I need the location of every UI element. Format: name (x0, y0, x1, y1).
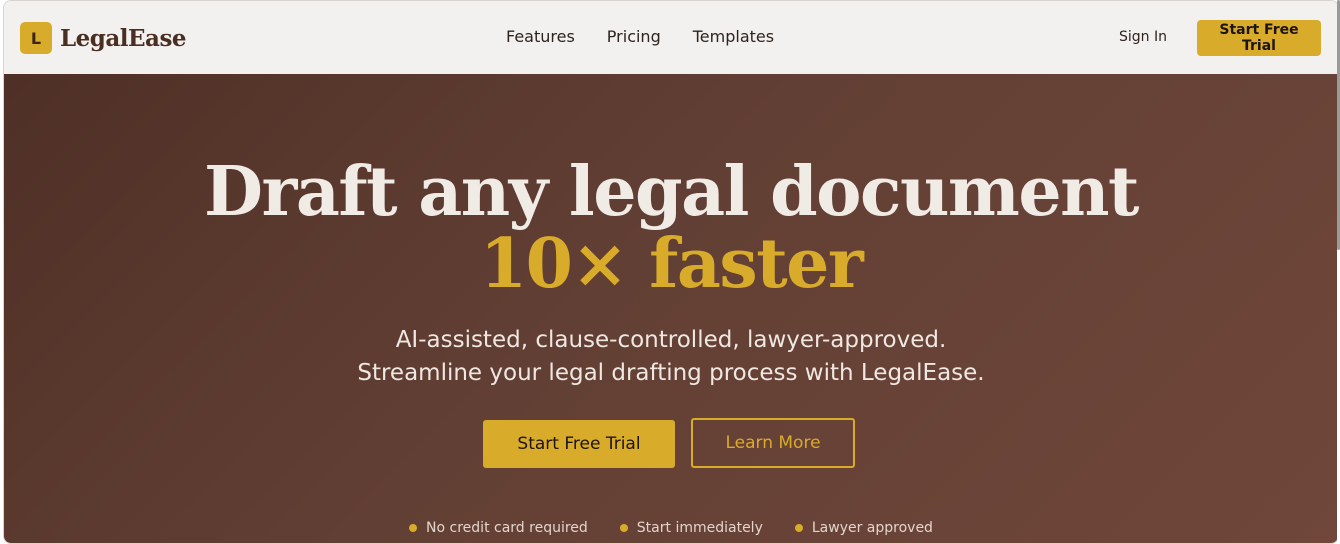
nav-link-pricing[interactable]: Pricing (607, 27, 661, 46)
hero-headline-accent: 10× faster (479, 224, 864, 304)
brand-name: LegalEase (60, 24, 187, 52)
hero-start-trial-button[interactable]: Start Free Trial (483, 420, 675, 468)
site-header: L LegalEase Features Pricing Templates S… (4, 1, 1338, 74)
hero-section: Draft any legal document 10× faster AI-a… (4, 74, 1338, 543)
badge-label: No credit card required (426, 520, 588, 536)
badge-label: Start immediately (636, 520, 763, 536)
badge-no-credit-card: No credit card required (409, 520, 588, 536)
logo-mark-icon: L (20, 22, 52, 54)
hero-subheading-line-1: AI-assisted, clause-controlled, lawyer-a… (395, 327, 947, 353)
badge-start-immediately: Start immediately (619, 520, 763, 536)
hero-badges: No credit card required Start immediatel… (4, 520, 1338, 536)
hero-headline: Draft any legal document (204, 152, 1139, 232)
sign-in-link[interactable]: Sign In (1119, 29, 1167, 45)
nav-link-templates[interactable]: Templates (693, 27, 774, 46)
header-start-trial-button[interactable]: Start Free Trial (1197, 20, 1321, 56)
bullet-dot-icon (619, 524, 628, 532)
badge-label: Lawyer approved (811, 520, 933, 536)
bullet-dot-icon (409, 524, 418, 532)
hero-subheading-line-2: Streamline your legal drafting process w… (357, 360, 985, 386)
page-frame: L LegalEase Features Pricing Templates S… (3, 0, 1339, 544)
nav-link-features[interactable]: Features (506, 27, 575, 46)
main-nav: Features Pricing Templates (506, 27, 774, 46)
hero-subheading: AI-assisted, clause-controlled, lawyer-a… (4, 324, 1338, 390)
logo[interactable]: L LegalEase (20, 22, 187, 54)
badge-lawyer-approved: Lawyer approved (794, 520, 933, 536)
bullet-dot-icon (794, 524, 803, 532)
learn-more-button[interactable]: Learn More (691, 418, 855, 468)
